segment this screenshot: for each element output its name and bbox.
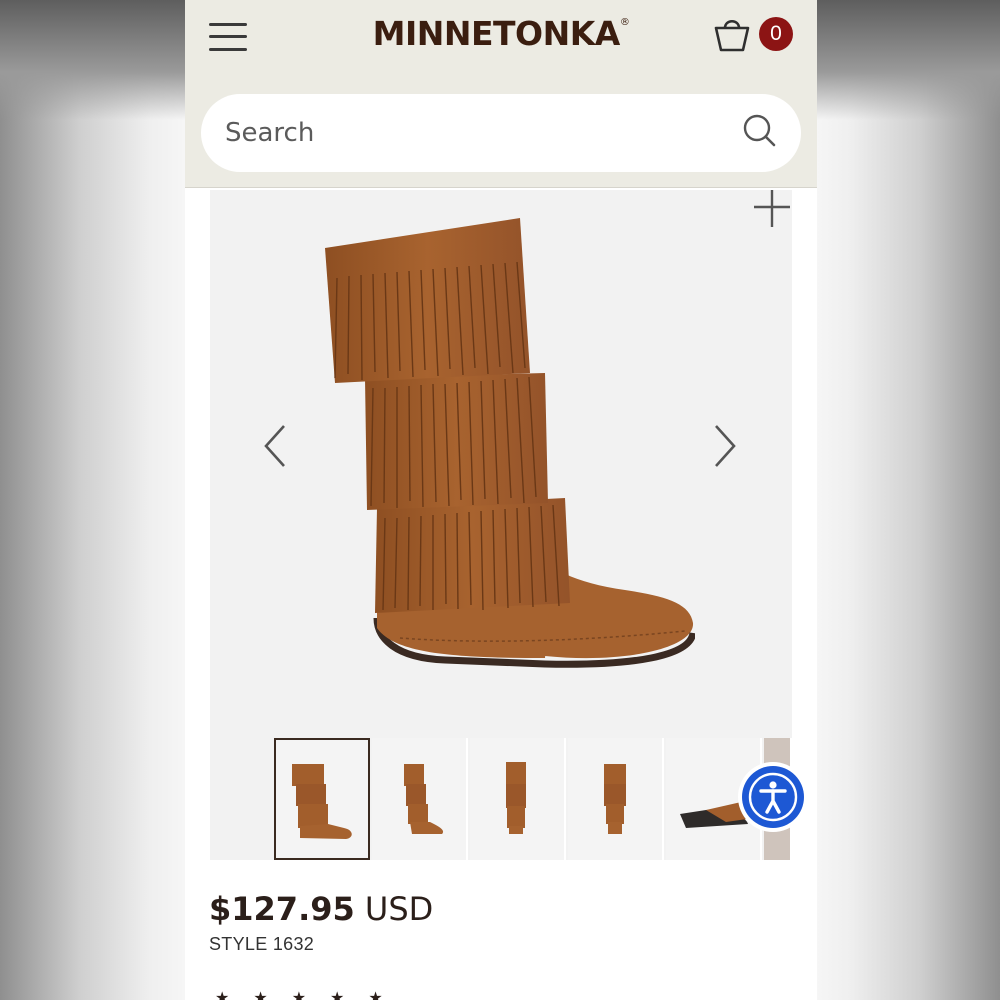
phone-screen: MINNETONKA® 0 Search $127.95 USD STYLE 1… bbox=[185, 0, 817, 1000]
thumbnail-4[interactable] bbox=[568, 738, 664, 860]
background-blur-left bbox=[0, 0, 185, 120]
zoom-plus-icon[interactable] bbox=[744, 190, 798, 230]
cart-count-badge[interactable]: 0 bbox=[759, 17, 793, 51]
registered-mark: ® bbox=[619, 17, 630, 28]
thumbnail-1[interactable] bbox=[274, 738, 370, 860]
search-input[interactable] bbox=[225, 112, 705, 154]
background-blur-right bbox=[817, 0, 1000, 120]
brand-name: MINNETONKA bbox=[372, 14, 621, 53]
search-bar bbox=[201, 94, 801, 172]
product-style-code: STYLE 1632 bbox=[209, 934, 315, 954]
search-icon[interactable] bbox=[741, 112, 781, 152]
chevron-right-icon[interactable] bbox=[710, 422, 740, 470]
price-currency: USD bbox=[364, 890, 434, 928]
thumbnail-3[interactable] bbox=[470, 738, 566, 860]
rating-stars[interactable]: ★★★★★ bbox=[215, 988, 407, 1000]
accessibility-button[interactable] bbox=[738, 762, 808, 832]
product-image-gallery bbox=[210, 190, 808, 860]
chevron-left-icon[interactable] bbox=[260, 422, 290, 470]
thumbnail-strip bbox=[274, 738, 792, 860]
thumbnail-2[interactable] bbox=[372, 738, 468, 860]
price-amount: $127.95 bbox=[209, 890, 355, 928]
product-price: $127.95 USD bbox=[209, 890, 433, 928]
accessibility-icon bbox=[742, 766, 804, 828]
product-main-image[interactable] bbox=[305, 218, 697, 678]
shopping-bag-icon[interactable] bbox=[711, 14, 753, 56]
site-header: MINNETONKA® 0 bbox=[185, 0, 817, 188]
